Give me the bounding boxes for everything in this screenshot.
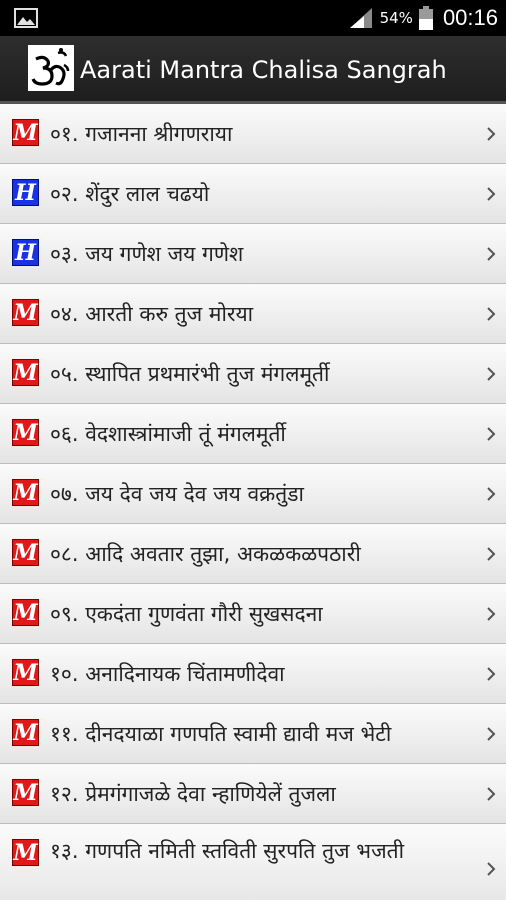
chevron-right-icon	[484, 644, 498, 704]
marathi-badge-icon: M	[12, 539, 39, 566]
list-item-label: ०३. जय गणेश जय गणेश	[50, 242, 244, 266]
list-item-label: ०१. गजानना श्रीगणराया	[50, 122, 233, 146]
hindi-badge-icon: H	[12, 239, 39, 266]
aarati-list[interactable]: M ०१. गजानना श्रीगणराया H ०२. शेंदुर लाल चढ…	[0, 104, 506, 900]
marathi-badge-icon: M	[12, 599, 39, 626]
chevron-right-icon	[484, 704, 498, 764]
marathi-badge-icon: M	[12, 479, 39, 506]
hindi-badge-icon: H	[12, 179, 39, 206]
marathi-badge-icon: M	[12, 839, 39, 866]
list-item-label: १०. अनादिनायक चिंतामणीदेवा	[50, 662, 285, 686]
app-title: Aarati Mantra Chalisa Sangrah	[80, 56, 447, 84]
list-item[interactable]: M ११. दीनदयाळा गणपति स्वामी द्यावी मज भेट…	[0, 704, 506, 764]
status-indicators: 54% 00:16	[348, 0, 498, 36]
chevron-right-icon	[484, 164, 498, 224]
list-item-label: १२. प्रेमगंगाजळे देवा न्हाणियेलें तुजला	[50, 782, 336, 806]
chevron-right-icon	[484, 284, 498, 344]
list-item[interactable]: H ०२. शेंदुर लाल चढयो	[0, 164, 506, 224]
list-item-label: ०९. एकदंता गुणवंता गौरी सुखसदना	[50, 602, 323, 626]
list-item[interactable]: M १२. प्रेमगंगाजळे देवा न्हाणियेलें तुजला	[0, 764, 506, 824]
list-item-label: ०५. स्थापित प्रथमारंभी तुज मंगलमूर्ती	[50, 362, 330, 386]
picture-icon	[14, 8, 38, 28]
chevron-right-icon	[484, 764, 498, 824]
list-item[interactable]: M ०५. स्थापित प्रथमारंभी तुज मंगलमूर्ती	[0, 344, 506, 404]
clock: 00:16	[442, 5, 498, 30]
battery-icon	[418, 6, 433, 30]
list-item[interactable]: M ०१. गजानना श्रीगणराया	[0, 104, 506, 164]
marathi-badge-icon: M	[12, 119, 39, 146]
chevron-right-icon	[484, 584, 498, 644]
status-bar: 54% 00:16	[0, 0, 506, 36]
action-bar: Aarati Mantra Chalisa Sangrah	[0, 36, 506, 104]
list-item[interactable]: H ०३. जय गणेश जय गणेश	[0, 224, 506, 284]
chevron-right-icon	[484, 224, 498, 284]
marathi-badge-icon: M	[12, 359, 39, 386]
list-item[interactable]: M ०४. आरती करु तुज मोरया	[0, 284, 506, 344]
list-item-label: ०८. आदि अवतार तुझा, अकळकळपठारी	[50, 542, 361, 566]
list-item-label: ०६. वेदशास्त्रांमाजी तूं मंगलमूर्ती	[50, 422, 286, 446]
list-item[interactable]: M ०७. जय देव जय देव जय वक्रतुंडा	[0, 464, 506, 524]
chevron-right-icon	[484, 104, 498, 164]
marathi-badge-icon: M	[12, 719, 39, 746]
list-item-label: ०७. जय देव जय देव जय वक्रतुंडा	[50, 482, 304, 506]
om-icon[interactable]	[28, 45, 74, 91]
marathi-badge-icon: M	[12, 299, 39, 326]
list-item-label: १३. गणपति नमिती स्तविती सुरपति तुज भजती	[50, 839, 405, 863]
list-item-label: ०२. शेंदुर लाल चढयो	[50, 182, 210, 206]
battery-percent: 54%	[379, 9, 413, 27]
chevron-right-icon	[484, 524, 498, 584]
list-item[interactable]: M १०. अनादिनायक चिंतामणीदेवा	[0, 644, 506, 704]
chevron-right-icon	[484, 404, 498, 464]
list-item[interactable]: M १३. गणपति नमिती स्तविती सुरपति तुज भजती	[0, 824, 506, 900]
chevron-right-icon	[484, 824, 498, 900]
marathi-badge-icon: M	[12, 779, 39, 806]
signal-icon	[349, 8, 372, 28]
marathi-badge-icon: M	[12, 419, 39, 446]
list-item[interactable]: M ०९. एकदंता गुणवंता गौरी सुखसदना	[0, 584, 506, 644]
list-item-label: ०४. आरती करु तुज मोरया	[50, 302, 254, 326]
chevron-right-icon	[484, 344, 498, 404]
list-item[interactable]: M ०८. आदि अवतार तुझा, अकळकळपठारी	[0, 524, 506, 584]
list-item-label: ११. दीनदयाळा गणपति स्वामी द्यावी मज भेटी	[50, 722, 392, 746]
chevron-right-icon	[484, 464, 498, 524]
marathi-badge-icon: M	[12, 659, 39, 686]
list-item[interactable]: M ०६. वेदशास्त्रांमाजी तूं मंगलमूर्ती	[0, 404, 506, 464]
